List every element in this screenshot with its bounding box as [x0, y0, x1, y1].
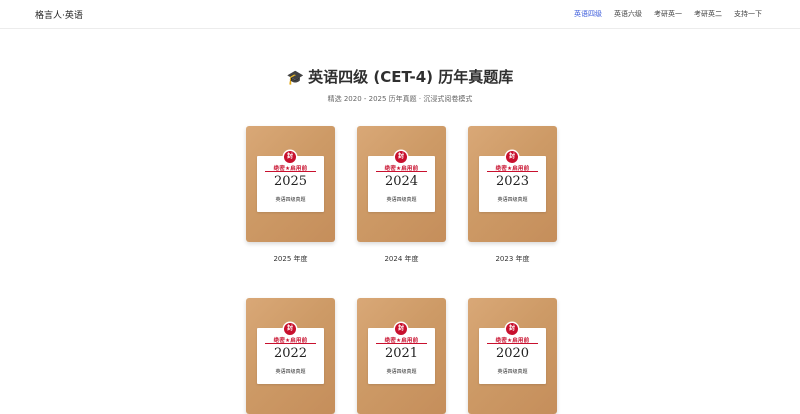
folder-cover: 绝密★启用前 2023 英语四级真题 封 — [468, 126, 557, 242]
red-divider — [265, 343, 316, 344]
exam-paper: 绝密★启用前 2023 英语四级真题 — [479, 156, 546, 212]
paper-year: 2023 — [495, 174, 530, 189]
seal-icon: 封 — [395, 151, 407, 163]
red-divider — [376, 171, 427, 172]
exam-paper: 绝密★启用前 2022 英语四级真题 — [257, 328, 324, 384]
exam-paper: 绝密★启用前 2021 英语四级真题 — [368, 328, 435, 384]
nav-item-kaoyan-1[interactable]: 考研英一 — [654, 9, 682, 19]
card-caption: 2025 年度 — [273, 255, 308, 263]
paper-label: 英语四级真题 — [497, 197, 528, 203]
paper-label: 英语四级真题 — [497, 369, 528, 375]
exam-card-2024[interactable]: 绝密★启用前 2024 英语四级真题 封 2024 年度 — [357, 126, 446, 263]
paper-year: 2022 — [273, 346, 308, 361]
top-navbar: 格言人·英语 英语四级 英语六级 考研英一 考研英二 支持一下 — [0, 0, 800, 29]
exam-card-2023[interactable]: 绝密★启用前 2023 英语四级真题 封 2023 年度 — [468, 126, 557, 263]
seal-icon: 封 — [506, 323, 518, 335]
exam-paper: 绝密★启用前 2025 英语四级真题 — [257, 156, 324, 212]
paper-label: 英语四级真题 — [275, 369, 306, 375]
paper-label: 英语四级真题 — [386, 369, 417, 375]
red-divider — [487, 343, 538, 344]
seal-icon: 封 — [506, 151, 518, 163]
seal-icon: 封 — [395, 323, 407, 335]
red-divider — [265, 171, 316, 172]
exam-card-2020[interactable]: 绝密★启用前 2020 英语四级真题 封 — [468, 298, 557, 414]
exam-paper: 绝密★启用前 2024 英语四级真题 — [368, 156, 435, 212]
page-title: 🎓 英语四级 (CET-4) 历年真题库 — [0, 66, 800, 87]
card-caption: 2024 年度 — [384, 255, 419, 263]
exam-card-2022[interactable]: 绝密★启用前 2022 英语四级真题 封 — [246, 298, 335, 414]
graduation-cap-icon: 🎓 — [286, 70, 305, 86]
folder-cover: 绝密★启用前 2022 英语四级真题 封 — [246, 298, 335, 414]
nav-item-cet6[interactable]: 英语六级 — [614, 9, 642, 19]
folder-cover: 绝密★启用前 2021 英语四级真题 封 — [357, 298, 446, 414]
exam-card-2025[interactable]: 绝密★启用前 2025 英语四级真题 封 2025 年度 — [246, 126, 335, 263]
folder-cover: 绝密★启用前 2025 英语四级真题 封 — [246, 126, 335, 242]
paper-year: 2021 — [384, 346, 419, 361]
nav-item-cet4[interactable]: 英语四级 — [574, 9, 602, 19]
card-caption: 2023 年度 — [495, 255, 530, 263]
paper-label: 英语四级真题 — [386, 197, 417, 203]
seal-icon: 封 — [284, 323, 296, 335]
paper-year: 2020 — [495, 346, 530, 361]
red-divider — [376, 343, 427, 344]
seal-icon: 封 — [284, 151, 296, 163]
folder-cover: 绝密★启用前 2024 英语四级真题 封 — [357, 126, 446, 242]
red-divider — [487, 171, 538, 172]
nav-item-kaoyan-2[interactable]: 考研英二 — [694, 9, 722, 19]
paper-year: 2024 — [384, 174, 419, 189]
page-title-text: 英语四级 (CET-4) 历年真题库 — [308, 68, 514, 86]
nav-menu: 英语四级 英语六级 考研英一 考研英二 支持一下 — [574, 9, 762, 19]
page-subtitle: 精选 2020 - 2025 历年真题 · 沉浸式阅卷模式 — [327, 95, 473, 103]
exam-paper: 绝密★启用前 2020 英语四级真题 — [479, 328, 546, 384]
paper-year: 2025 — [273, 174, 308, 189]
paper-label: 英语四级真题 — [275, 197, 306, 203]
nav-item-support[interactable]: 支持一下 — [734, 9, 762, 19]
brand-logo-link[interactable]: 格言人·英语 — [35, 8, 83, 21]
folder-cover: 绝密★启用前 2020 英语四级真题 封 — [468, 298, 557, 414]
exam-card-2021[interactable]: 绝密★启用前 2021 英语四级真题 封 — [357, 298, 446, 414]
